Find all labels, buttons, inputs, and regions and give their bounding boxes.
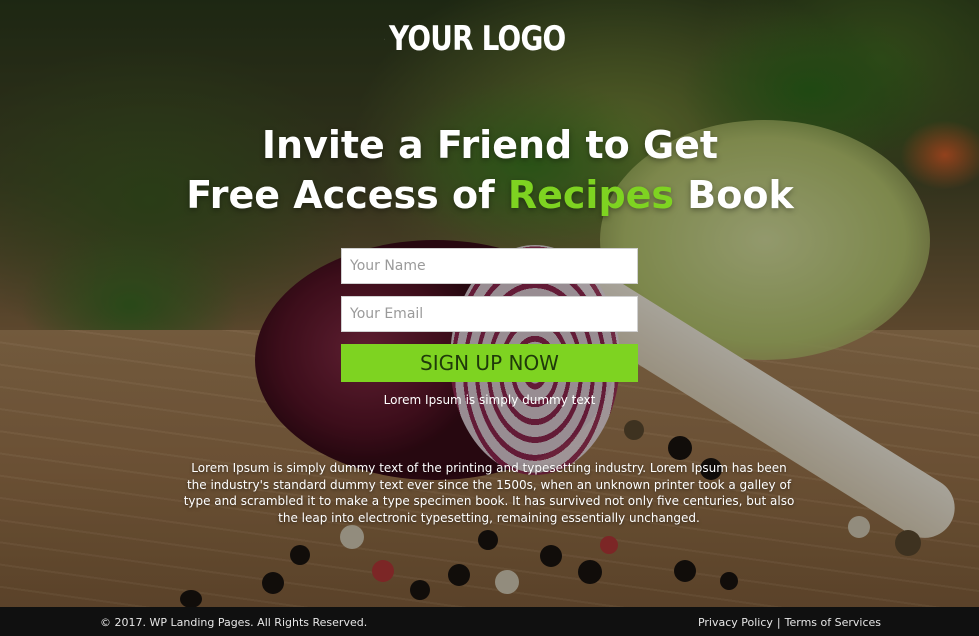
footer-separator: | xyxy=(776,616,781,629)
privacy-policy-link[interactable]: Privacy Policy xyxy=(698,616,773,629)
terms-of-services-link[interactable]: Terms of Services xyxy=(785,616,881,629)
headline-line-1: Invite a Friend to Get xyxy=(261,123,719,167)
footer-links: Privacy Policy | Terms of Services xyxy=(698,616,881,629)
headline-line-2-suffix: Book xyxy=(674,173,794,217)
name-input[interactable] xyxy=(341,248,638,284)
email-input[interactable] xyxy=(341,296,638,332)
headline-accent-word: Recipes xyxy=(507,173,675,217)
sign-up-button[interactable]: SIGN UP NOW xyxy=(341,344,638,382)
lotus-icon xyxy=(384,38,385,40)
logo-text: YOUR LOGO xyxy=(388,19,566,59)
brand-logo[interactable]: YOUR LOGO xyxy=(384,16,604,62)
page-footer: © 2017. WP Landing Pages. All Rights Res… xyxy=(0,607,979,636)
form-note: Lorem Ipsum is simply dummy text xyxy=(383,393,596,407)
page-headline: Invite a Friend to Get Free Access of Re… xyxy=(120,120,860,220)
headline-line-2-prefix: Free Access of xyxy=(186,173,508,217)
copyright-text: © 2017. WP Landing Pages. All Rights Res… xyxy=(100,616,368,629)
description-paragraph: Lorem Ipsum is simply dummy text of the … xyxy=(183,461,795,525)
